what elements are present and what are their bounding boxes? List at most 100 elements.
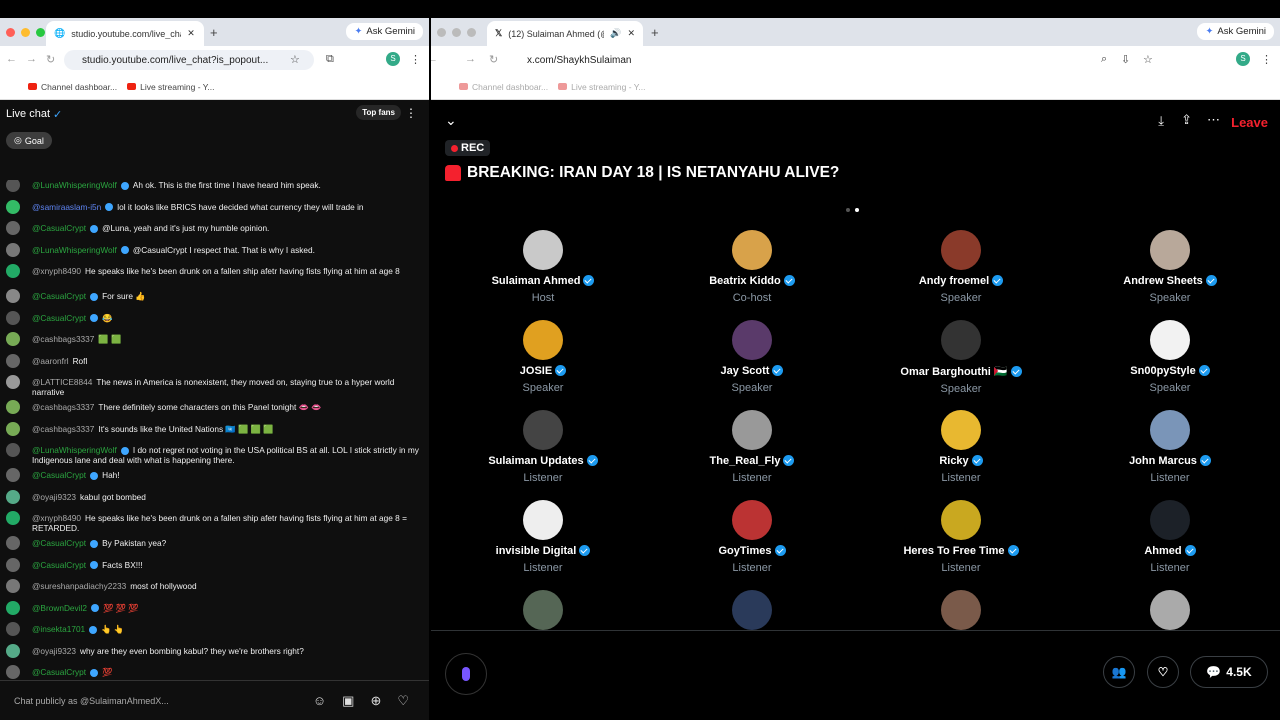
chevron-down-icon[interactable]: ✓ [53, 108, 62, 121]
chat-message[interactable]: @LunaWhisperingWolf Ah ok. This is the fi… [0, 180, 429, 202]
close-window-button[interactable] [437, 28, 446, 37]
heart-icon[interactable]: ♡ [397, 693, 409, 709]
avatar[interactable] [6, 242, 20, 257]
chat-username[interactable]: @LunaWhisperingWolf [32, 180, 117, 190]
chat-message[interactable]: @cashbags3337 🟩 🟩 [0, 332, 429, 356]
participant-avatar[interactable] [941, 410, 981, 450]
chat-message[interactable]: @BrownDevil2 💯 💯 💯 [0, 600, 429, 625]
participant[interactable]: Sulaiman Updates Listener [443, 410, 643, 484]
chat-username[interactable]: @cashbags3337 [32, 334, 94, 344]
chat-title[interactable]: Live chat [6, 108, 50, 120]
chat-username[interactable]: @CasualCrypt [32, 538, 86, 548]
forward-icon[interactable]: → [26, 53, 37, 65]
chat-message[interactable]: @CasualCrypt Hah! [0, 468, 429, 492]
close-tab-icon[interactable]: ✕ [187, 28, 195, 39]
chat-message-list[interactable]: @LunaWhisperingWolf Ah ok. This is the fi… [0, 180, 429, 698]
chat-username[interactable]: @insekta1701 [32, 624, 85, 634]
avatar[interactable] [6, 375, 20, 389]
new-tab-button[interactable]: + [651, 25, 659, 40]
participant[interactable]: Heres To Free Time Listener [861, 500, 1061, 574]
window-controls[interactable] [6, 28, 45, 37]
chat-message[interactable]: @cashbags3337 It's sounds like the United… [0, 421, 429, 446]
participant-avatar[interactable] [1150, 500, 1190, 540]
avatar[interactable] [6, 264, 20, 278]
chat-message[interactable]: @cashbags3337 There definitely some chara… [0, 400, 429, 424]
participant[interactable] [652, 590, 852, 630]
participant[interactable]: Andy froemel Speaker [861, 230, 1061, 304]
replies-button[interactable]: 💬 4.5K [1190, 656, 1268, 688]
chat-message[interactable]: @LATTICE8844 The news in America is nonex… [0, 375, 429, 402]
chat-message[interactable]: @CasualCrypt @Luna, yeah and it's just my… [0, 221, 429, 245]
page-dot[interactable] [846, 208, 850, 212]
chat-username[interactable]: @CasualCrypt [32, 667, 86, 677]
avatar[interactable] [6, 199, 20, 214]
collapse-chevron-icon[interactable]: ⌄ [445, 112, 457, 129]
profile-avatar[interactable]: S [386, 52, 400, 66]
participant[interactable] [861, 590, 1061, 630]
participant-avatar[interactable] [941, 590, 981, 630]
menu-icon[interactable]: ⋮ [410, 53, 421, 66]
menu-icon[interactable]: ⋮ [1261, 53, 1272, 66]
participant[interactable]: GoyTimes Listener [652, 500, 852, 574]
chat-message[interactable]: @aaronfrl Rofl [0, 353, 429, 378]
chat-input[interactable]: Chat publicly as @SulaimanAhmedX... [14, 696, 169, 706]
chat-username[interactable]: @CasualCrypt [32, 470, 86, 480]
avatar[interactable] [6, 579, 20, 593]
browser-tab[interactable]: 𝕏 (12) Sulaiman Ahmed (@S 🔊 ✕ [487, 21, 643, 46]
chat-username[interactable]: @sureshanpadiachy2233 [32, 581, 126, 591]
chat-username[interactable]: @xnyph8490 [32, 266, 81, 276]
bookmark-channel-dashboard[interactable]: Channel dashboar... [459, 82, 548, 92]
chat-username[interactable]: @CasualCrypt [32, 223, 86, 233]
chat-username[interactable]: @oyaji9323 [32, 646, 76, 656]
participant[interactable] [443, 590, 643, 630]
add-icon[interactable]: ⊕ [370, 693, 381, 709]
avatar[interactable] [6, 536, 20, 550]
chat-message[interactable]: @LunaWhisperingWolf @CasualCrypt I respec… [0, 242, 429, 267]
participant-avatar[interactable] [732, 500, 772, 540]
reload-icon[interactable]: ↻ [46, 53, 55, 66]
chat-username[interactable]: @BrownDevil2 [32, 603, 87, 613]
avatar[interactable] [6, 180, 20, 192]
star-icon[interactable]: ☆ [1143, 53, 1153, 66]
avatar[interactable] [6, 353, 20, 368]
avatar[interactable] [6, 468, 20, 482]
chat-message[interactable]: @insekta1701 👆 👆 [0, 622, 429, 646]
participant-avatar[interactable] [523, 320, 563, 360]
reaction-button[interactable]: ♡ [1147, 656, 1179, 688]
participant-avatar[interactable] [732, 320, 772, 360]
people-button[interactable]: 👥 [1103, 656, 1135, 688]
chat-username[interactable]: @LunaWhisperingWolf [32, 245, 117, 255]
participant[interactable]: JOSIE Speaker [443, 320, 643, 394]
leave-button[interactable]: Leave [1231, 115, 1268, 130]
new-tab-button[interactable]: + [210, 25, 218, 40]
participant[interactable]: The_Real_Fly Listener [652, 410, 852, 484]
participant-avatar[interactable] [732, 590, 772, 630]
profile-avatar[interactable]: S [1236, 52, 1250, 66]
top-fans-button[interactable]: Top fans [356, 105, 401, 120]
participant[interactable]: Ahmed Listener [1070, 500, 1270, 574]
zoom-icon[interactable]: ⌕ [1101, 53, 1107, 66]
avatar[interactable] [6, 557, 20, 572]
install-icon[interactable]: ⇩ [1121, 53, 1130, 66]
participant-avatar[interactable] [732, 410, 772, 450]
close-tab-icon[interactable]: ✕ [627, 28, 635, 39]
participant-avatar[interactable] [523, 230, 563, 270]
participant[interactable]: invisible Digital Listener [443, 500, 643, 574]
avatar[interactable] [6, 443, 20, 457]
chat-message[interactable]: @LunaWhisperingWolf I do not regret not v… [0, 443, 429, 470]
chat-username[interactable]: @cashbags3337 [32, 402, 94, 412]
chat-message[interactable]: @CasualCrypt 😂 [0, 310, 429, 335]
participant-avatar[interactable] [523, 590, 563, 630]
chat-message[interactable]: @oyaji9323 why are they even bombing kabu… [0, 643, 429, 668]
chat-message[interactable]: @samiraaslam-i5n lol it looks like BRICS … [0, 199, 429, 224]
participant[interactable] [1070, 590, 1270, 630]
super-chat-icon[interactable]: ▣ [342, 693, 354, 709]
participant-avatar[interactable] [523, 500, 563, 540]
avatar[interactable] [6, 400, 20, 414]
chat-username[interactable]: @xnyph8490 [32, 513, 81, 523]
zoom-window-button[interactable] [36, 28, 45, 37]
participant-avatar[interactable] [941, 230, 981, 270]
avatar[interactable] [6, 221, 20, 235]
zoom-window-button[interactable] [467, 28, 476, 37]
ask-gemini-button[interactable]: ✦ Ask Gemini [1197, 23, 1274, 40]
